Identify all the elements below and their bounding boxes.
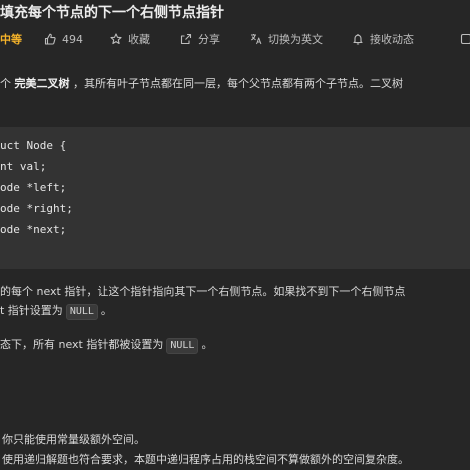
difficulty-label: 中等 [0, 33, 22, 46]
task-description-line2: t 指针设置为 NULL。 [0, 303, 112, 320]
favorite-button[interactable]: 收藏 [110, 30, 150, 48]
description-suffix: ，其所有叶子节点都在同一层，每个父节点都有两个子节点。二叉树 [69, 77, 403, 90]
null-code: NULL [65, 304, 98, 320]
advanced-item: 你只能使用常量级额外空间。 [2, 433, 145, 446]
translate-label: 切换为英文 [268, 33, 323, 46]
translate-button[interactable]: 切换为英文 [250, 30, 323, 48]
task-description-line1: 的每个 next 指针，让这个指针指向其下一个右侧节点。如果找不到下一个右侧节点 [0, 285, 406, 298]
thumbs-up-icon [44, 33, 56, 45]
advanced-item: 使用递归解题也符合要求，本题中递归程序占用的栈空间不算做额外的空间复杂度。 [2, 453, 409, 466]
share-button[interactable]: 分享 [180, 30, 220, 48]
more-button[interactable] [460, 30, 470, 48]
code-line: ode *next; [0, 223, 67, 236]
code-line: ode *right; [0, 202, 73, 215]
notify-button[interactable]: 接收动态 [352, 30, 414, 48]
code-line: nt val; [0, 160, 47, 173]
more-icon [460, 33, 470, 45]
share-icon [180, 33, 192, 45]
code-block: uct Node { nt val; ode *left; ode *right… [0, 127, 470, 269]
problem-toolbar: 中等 494 收藏 分享 切换为英文 接收动态 [0, 30, 470, 48]
task-line2-suffix: 。 [100, 304, 112, 317]
like-count: 494 [62, 32, 83, 46]
favorite-label: 收藏 [128, 33, 150, 46]
initial-state-prefix: 态下，所有 next 指针都被设置为 [0, 338, 164, 351]
problem-title: 填充每个节点的下一个右侧节点指针 [0, 5, 224, 21]
task-line2-prefix: t 指针设置为 [0, 304, 63, 317]
difficulty-badge: 中等 [0, 30, 22, 48]
null-code: NULL [166, 338, 199, 354]
like-button[interactable]: 494 [44, 30, 83, 48]
code-line: uct Node { [0, 139, 67, 152]
description-prefix: 个 [0, 77, 15, 90]
code-line: ode *left; [0, 181, 67, 194]
initial-state-suffix: 。 [201, 338, 213, 351]
share-label: 分享 [198, 33, 220, 46]
notify-label: 接收动态 [370, 33, 414, 46]
problem-page: 填充每个节点的下一个右侧节点指针 中等 494 收藏 分享 切换为英文 接收动态… [0, 0, 470, 470]
translate-icon [250, 33, 262, 45]
initial-state-text: 态下，所有 next 指针都被设置为 NULL。 [0, 337, 212, 354]
star-icon [110, 33, 122, 45]
problem-description: 个 完美二叉树 ，其所有叶子节点都在同一层，每个父节点都有两个子节点。二叉树 [0, 76, 403, 92]
bell-icon [352, 33, 364, 45]
perfect-binary-tree-term: 完美二叉树 [14, 77, 70, 90]
